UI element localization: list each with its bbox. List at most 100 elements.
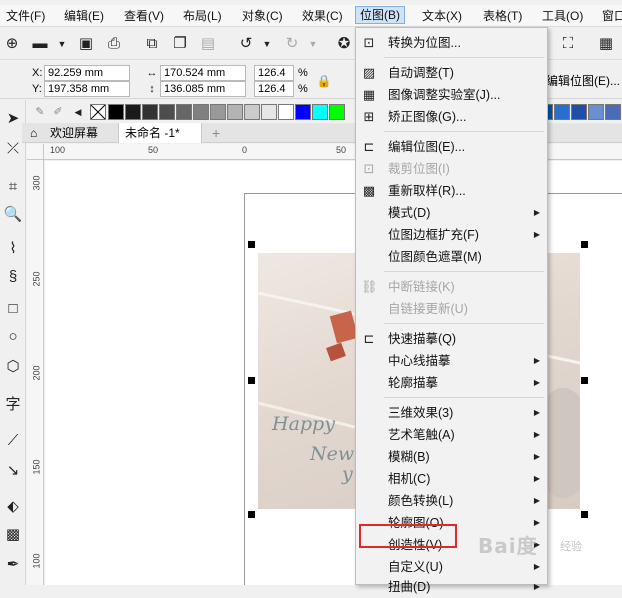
tab-add-button[interactable]: + — [206, 123, 226, 143]
menu-layout[interactable]: 布局(L) — [179, 7, 226, 25]
palette-swatch[interactable] — [605, 104, 621, 120]
selection-handle-tr[interactable] — [581, 241, 588, 248]
ellipse-tool-icon[interactable]: ○ — [2, 326, 24, 348]
rectangle-tool-icon[interactable]: □ — [2, 298, 24, 320]
palette-swatch[interactable] — [554, 104, 570, 120]
tab-document[interactable]: 未命名 -1* — [118, 123, 202, 143]
palette-swatch[interactable] — [159, 104, 175, 120]
blend-tool-icon[interactable]: ⬖ — [2, 496, 24, 518]
selection-handle-tl[interactable] — [248, 241, 255, 248]
menu-tools[interactable]: 工具(O) — [538, 7, 587, 25]
vertical-ruler[interactable]: 300 250 200 150 100 — [27, 160, 44, 585]
bitmap-menu-item[interactable]: ▦ 图像调整实验室(J)... — [357, 84, 546, 106]
bitmap-menu-item[interactable]: 模式(D) ▶ — [357, 202, 546, 224]
copy-icon[interactable]: ❐ — [170, 34, 190, 54]
selection-handle-mr[interactable] — [581, 377, 588, 384]
scale-x-field[interactable]: 126.4 — [254, 65, 294, 81]
bitmap-menu-item[interactable]: ⊏ 快速描摹(Q) — [357, 328, 546, 350]
menu-table[interactable]: 表格(T) — [479, 7, 526, 25]
polygon-tool-icon[interactable]: ⬡ — [2, 356, 24, 378]
bitmap-menu-item[interactable]: 模糊(B) ▶ — [357, 446, 546, 468]
menu-effects[interactable]: 效果(C) — [298, 7, 347, 25]
palette-swatch[interactable] — [329, 104, 345, 120]
corel-connect-icon[interactable]: ✪ — [334, 34, 354, 54]
bitmap-menu-item[interactable]: ⊞ 矫正图像(G)... — [357, 106, 546, 128]
palette-swatch[interactable] — [210, 104, 226, 120]
crop-tool-icon[interactable]: ⌗ — [2, 176, 24, 198]
menu-bitmap[interactable]: 位图(B) — [355, 6, 405, 24]
bitmap-menu-item[interactable]: 位图边框扩充(F) ▶ — [357, 224, 546, 246]
palette-swatch[interactable] — [588, 104, 604, 120]
bitmap-menu-item[interactable]: 相机(C) ▶ — [357, 468, 546, 490]
eyedropper-icon[interactable]: ✎ — [30, 102, 50, 122]
height-field[interactable]: 136.085 mm — [160, 81, 246, 97]
palette-swatch[interactable] — [227, 104, 243, 120]
palette-swatch[interactable] — [261, 104, 277, 120]
tab-home-icon[interactable]: ⌂ — [24, 123, 43, 143]
bitmap-menu-item[interactable]: 中心线描摹 ▶ — [357, 350, 546, 372]
redo-dropdown-icon[interactable]: ▼ — [303, 34, 323, 54]
artistic-media-icon[interactable]: § — [2, 266, 24, 288]
scale-y-field[interactable]: 126.4 — [254, 81, 294, 97]
no-color-swatch[interactable] — [90, 104, 106, 120]
pen-icon[interactable]: ✐ — [48, 102, 68, 122]
chevron-down-icon[interactable]: ▼ — [52, 34, 72, 54]
palette-swatch[interactable] — [278, 104, 294, 120]
parallel-dimension-icon[interactable]: ⟋ — [2, 430, 24, 452]
new-document-icon[interactable]: ⊕ — [2, 34, 22, 54]
bitmap-menu-item[interactable]: 自定义(U) ▶ — [357, 556, 546, 578]
fullscreen-icon[interactable]: ⛶ — [558, 34, 578, 54]
y-position-field[interactable]: 197.358 mm — [44, 81, 130, 97]
ruler-corner[interactable] — [27, 144, 44, 160]
bitmap-menu-item[interactable]: 三维效果(3) ▶ — [357, 402, 546, 424]
edit-bitmap-button[interactable]: 编辑位图(E)... — [546, 73, 620, 89]
palette-swatch[interactable] — [295, 104, 311, 120]
palette-swatch[interactable] — [108, 104, 124, 120]
palette-swatch[interactable] — [312, 104, 328, 120]
bitmap-menu-item[interactable]: ▨ 自动调整(T) — [357, 62, 546, 84]
bitmap-menu-item[interactable]: ⛓ 中断链接(K) — [357, 276, 546, 298]
selection-handle-bl[interactable] — [248, 511, 255, 518]
bitmap-menu-item[interactable]: 轮廓描摹 ▶ — [357, 372, 546, 394]
undo-icon[interactable]: ↺ — [236, 34, 256, 54]
bitmap-menu-item[interactable]: 位图颜色遮罩(M) — [357, 246, 546, 268]
x-position-field[interactable]: 92.259 mm — [44, 65, 130, 81]
print-icon[interactable]: ⎙ — [104, 34, 124, 54]
freehand-tool-icon[interactable]: ⌇ — [2, 238, 24, 260]
undo-dropdown-icon[interactable]: ▼ — [257, 34, 277, 54]
palette-swatch[interactable] — [176, 104, 192, 120]
selection-handle-ml[interactable] — [248, 377, 255, 384]
options-icon[interactable]: ▦ — [596, 34, 616, 54]
palette-swatch[interactable] — [125, 104, 141, 120]
bitmap-menu-item[interactable]: 艺术笔触(A) ▶ — [357, 424, 546, 446]
menu-file[interactable]: 文件(F) — [2, 7, 49, 25]
palette-swatch[interactable] — [571, 104, 587, 120]
menu-object[interactable]: 对象(C) — [238, 7, 287, 25]
width-field[interactable]: 170.524 mm — [160, 65, 246, 81]
zoom-tool-icon[interactable]: 🔍 — [2, 204, 24, 226]
tab-welcome[interactable]: 欢迎屏幕 — [44, 123, 104, 143]
text-tool-icon[interactable]: 字 — [2, 394, 24, 416]
lock-ratio-icon[interactable]: 🔒 — [314, 71, 334, 91]
bitmap-menu-item[interactable]: ⊡ 裁剪位图(I) — [357, 158, 546, 180]
palette-swatch[interactable] — [142, 104, 158, 120]
palette-scroll-left-icon[interactable]: ◀ — [68, 102, 88, 122]
bitmap-menu-item[interactable]: 颜色转换(L) ▶ — [357, 490, 546, 512]
menu-view[interactable]: 查看(V) — [120, 7, 168, 25]
transparency-tool-icon[interactable]: ▩ — [2, 524, 24, 546]
palette-swatch[interactable] — [193, 104, 209, 120]
bitmap-menu-item[interactable]: ⊡ 转换为位图... — [357, 32, 546, 54]
shape-tool-icon[interactable]: ⤫ — [2, 138, 24, 160]
bitmap-menu-item[interactable]: 自链接更新(U) — [357, 298, 546, 320]
palette-swatch[interactable] — [244, 104, 260, 120]
cut-icon[interactable]: ⧉ — [142, 34, 162, 54]
open-folder-icon[interactable]: ▬ — [30, 34, 50, 54]
save-icon[interactable]: ▣ — [76, 34, 96, 54]
connector-tool-icon[interactable]: ↘ — [2, 460, 24, 482]
menu-window[interactable]: 窗口 — [598, 7, 622, 25]
menu-text[interactable]: 文本(X) — [418, 7, 466, 25]
paste-icon[interactable]: ▤ — [198, 34, 218, 54]
bitmap-menu-item[interactable]: ▩ 重新取样(R)... — [357, 180, 546, 202]
bitmap-menu-item[interactable]: 扭曲(D) ▶ — [357, 576, 546, 598]
redo-icon[interactable]: ↻ — [282, 34, 302, 54]
